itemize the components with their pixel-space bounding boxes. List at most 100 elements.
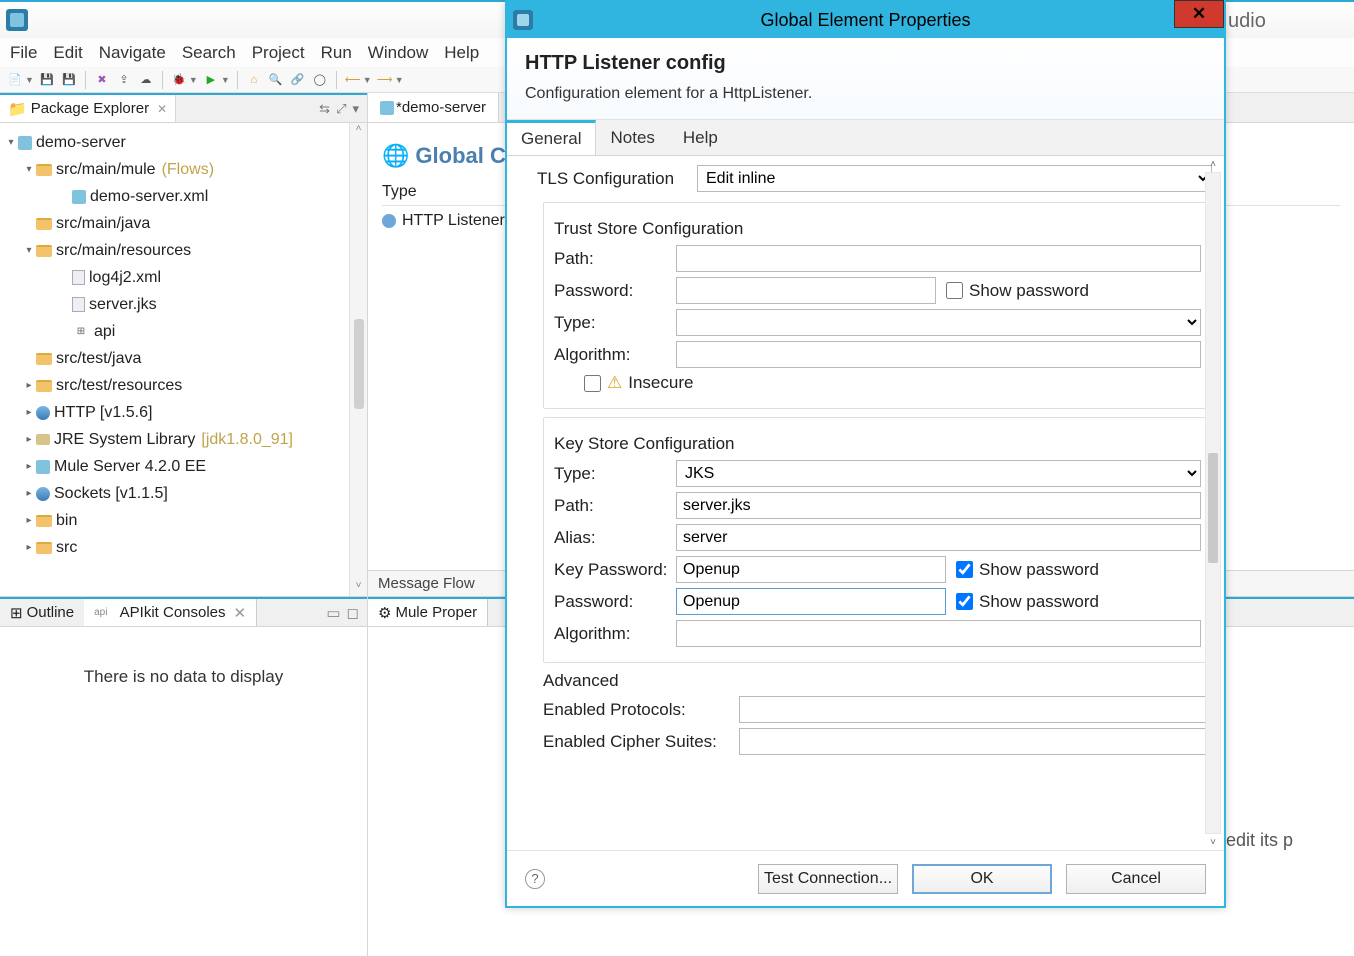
link-icon[interactable]: 🔗 (289, 71, 307, 89)
search-tool-icon[interactable]: 🔍 (267, 71, 285, 89)
enabled-cipher-suites-input[interactable] (739, 728, 1212, 755)
dialog-titlebar[interactable]: Global Element Properties ✕ (507, 2, 1224, 38)
tls-config-label: TLS Configuration (537, 169, 697, 189)
cancel-button[interactable]: Cancel (1066, 864, 1206, 894)
home-icon[interactable]: ⌂ (245, 71, 263, 89)
scroll-thumb[interactable] (354, 319, 364, 409)
package-explorer-label: Package Explorer (31, 100, 149, 117)
scroll-down-icon[interactable]: ˅ (356, 580, 362, 596)
tab-help[interactable]: Help (669, 120, 732, 155)
key-keypw-show-checkbox[interactable] (956, 561, 973, 578)
help-icon[interactable]: ? (525, 869, 545, 889)
key-type-select[interactable]: JKS (676, 460, 1201, 487)
http-connector-icon (382, 214, 396, 228)
package-explorer-tab[interactable]: 📁 Package Explorer ✕ (0, 95, 176, 122)
project-tree[interactable]: ▾demo-server ▾src/main/mule(Flows) demo-… (0, 123, 367, 596)
menu-run[interactable]: Run (321, 43, 352, 63)
gear-icon: ⚙ (378, 604, 391, 622)
forward-icon[interactable]: ⟶ (376, 71, 394, 89)
menu-window[interactable]: Window (368, 43, 428, 63)
menu-file[interactable]: File (10, 43, 37, 63)
folder-icon (36, 542, 52, 554)
tree-project[interactable]: demo-server (36, 134, 126, 152)
tree-src-test-resources[interactable]: src/test/resources (56, 377, 182, 395)
key-pw-show-checkbox[interactable] (956, 593, 973, 610)
tree-log4j[interactable]: log4j2.xml (89, 269, 161, 287)
deploy-icon[interactable]: ☁ (137, 71, 155, 89)
tls-config-select[interactable]: Edit inline (697, 165, 1212, 192)
collapse-icon[interactable]: ⇆ (319, 101, 330, 117)
tree-demo-xml[interactable]: demo-server.xml (90, 188, 208, 206)
scroll-up-icon[interactable]: ˄ (356, 123, 362, 139)
close-icon[interactable]: ✕ (234, 604, 247, 622)
view-menu-icon[interactable]: ▾ (352, 101, 359, 117)
save-all-icon[interactable]: 💾 (60, 71, 78, 89)
trust-type-select[interactable] (676, 309, 1201, 336)
debug-icon[interactable]: 🐞 (170, 71, 188, 89)
tree-http-lib[interactable]: HTTP [v1.5.6] (54, 404, 152, 422)
dialog-close-button[interactable]: ✕ (1174, 0, 1224, 28)
tree-scrollbar[interactable]: ˄ ˅ (349, 123, 367, 596)
menu-help[interactable]: Help (444, 43, 479, 63)
dialog-scrollbar[interactable]: ˄ ˅ (1204, 156, 1222, 850)
tree-server-jks[interactable]: server.jks (89, 296, 157, 314)
warning-icon: ⚠ (607, 373, 622, 393)
minimize-icon[interactable]: ▭ (326, 604, 340, 622)
tree-src-main-mule[interactable]: src/main/mule (56, 161, 156, 179)
scroll-up-icon[interactable]: ˄ (1205, 156, 1221, 172)
trust-algorithm-input[interactable] (676, 341, 1201, 368)
tree-api[interactable]: api (94, 323, 115, 341)
globe-icon: 🌐 (382, 143, 409, 169)
tree-mule-server[interactable]: Mule Server 4.2.0 EE (54, 458, 206, 476)
key-password-input[interactable] (676, 588, 946, 615)
save-icon[interactable]: 💾 (38, 71, 56, 89)
menu-edit[interactable]: Edit (53, 43, 82, 63)
trust-password-input[interactable] (676, 277, 936, 304)
breakpoint-icon[interactable]: ◯ (311, 71, 329, 89)
tab-notes[interactable]: Notes (596, 120, 668, 155)
run-icon[interactable]: ▶ (202, 71, 220, 89)
app-icon (6, 9, 28, 31)
tree-src-main-java[interactable]: src/main/java (56, 215, 150, 233)
maximize-icon[interactable]: ◻ (347, 604, 359, 622)
mule-tool-icon[interactable]: ✖ (93, 71, 111, 89)
editor-tab-demo[interactable]: *demo-server (368, 93, 499, 122)
trust-show-password-checkbox[interactable] (946, 282, 963, 299)
trust-insecure-checkbox[interactable] (584, 375, 601, 392)
key-keypassword-input[interactable] (676, 556, 946, 583)
xml-file-icon (72, 270, 85, 285)
outline-tab[interactable]: ⊞Outline (0, 599, 84, 626)
back-icon[interactable]: ⟵ (344, 71, 362, 89)
tree-src-main-resources[interactable]: src/main/resources (56, 242, 191, 260)
message-flow-tab[interactable]: Message Flow (368, 575, 485, 592)
tab-general[interactable]: General (507, 120, 596, 155)
close-icon[interactable]: ✕ (157, 102, 167, 116)
tree-src-test-java[interactable]: src/test/java (56, 350, 141, 368)
menu-project[interactable]: Project (252, 43, 305, 63)
tree-bin[interactable]: bin (56, 512, 77, 530)
export-icon[interactable]: ⇪ (115, 71, 133, 89)
mule-properties-tab[interactable]: ⚙ Mule Proper (368, 599, 488, 626)
folder-icon (36, 380, 52, 392)
enabled-protocols-input[interactable] (739, 696, 1212, 723)
package-explorer-icon: 📁 (8, 100, 27, 118)
key-alias-input[interactable] (676, 524, 1201, 551)
folder-icon (36, 245, 52, 257)
outline-empty-text: There is no data to display (0, 627, 367, 687)
scroll-down-icon[interactable]: ˅ (1205, 834, 1221, 850)
menu-navigate[interactable]: Navigate (99, 43, 166, 63)
ok-button[interactable]: OK (912, 864, 1052, 894)
key-algorithm-input[interactable] (676, 620, 1201, 647)
new-icon[interactable]: 📄 (6, 71, 24, 89)
trust-path-input[interactable] (676, 245, 1201, 272)
tree-sockets[interactable]: Sockets [v1.1.5] (54, 485, 168, 503)
scroll-thumb[interactable] (1208, 453, 1218, 563)
tree-jre[interactable]: JRE System Library (54, 431, 195, 449)
menu-search[interactable]: Search (182, 43, 236, 63)
test-connection-button[interactable]: Test Connection... (758, 864, 898, 894)
apikit-consoles-tab[interactable]: api APIkit Consoles✕ (84, 599, 257, 626)
link-editor-icon[interactable]: ⤢ (336, 101, 346, 117)
lib-icon (36, 487, 50, 501)
tree-src[interactable]: src (56, 539, 77, 557)
key-path-input[interactable] (676, 492, 1201, 519)
